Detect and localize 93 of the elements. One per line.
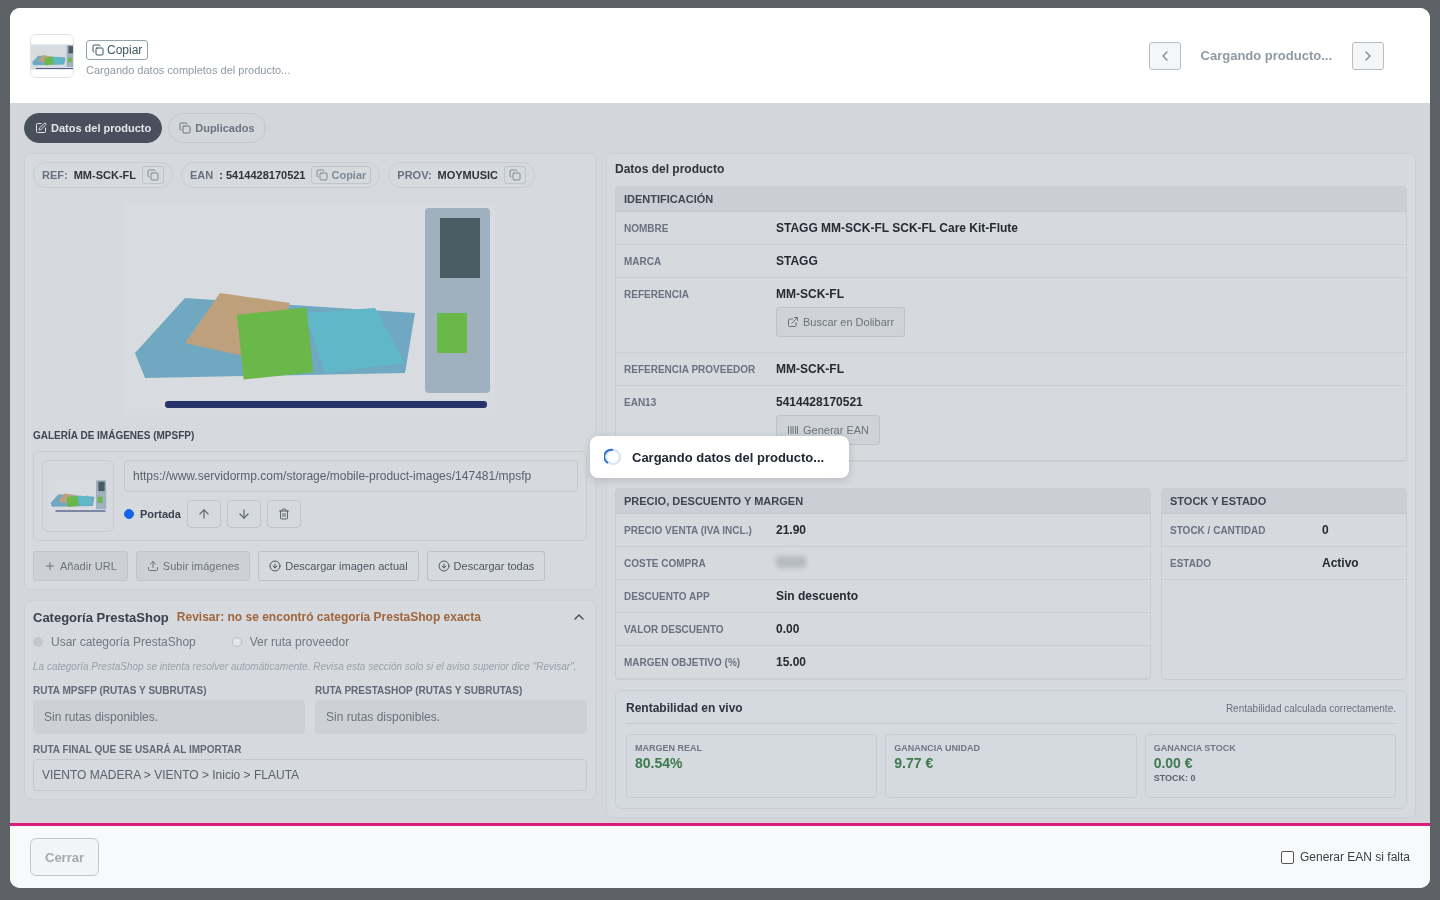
copy-button[interactable] bbox=[504, 166, 527, 184]
external-link-icon bbox=[787, 316, 799, 328]
row-value: 0 bbox=[1322, 523, 1330, 537]
row-label: VALOR DESCUENTO bbox=[624, 623, 725, 636]
option-label: Ver ruta proveedor bbox=[249, 635, 350, 649]
previous-button[interactable] bbox=[1148, 41, 1181, 70]
final-route-field[interactable]: VIENTO MADERA > VIENTO > Inicio > FLAUTA bbox=[33, 759, 587, 791]
product-thumbnail bbox=[30, 33, 74, 78]
gallery-action-button[interactable]: Descargar imagen actual bbox=[258, 551, 419, 581]
upload-icon bbox=[146, 560, 159, 572]
row-label: MARGEN OBJETIVO (%) bbox=[624, 656, 742, 669]
arrow-down-icon bbox=[236, 507, 251, 521]
table-header: IDENTIFICACIÓN bbox=[616, 187, 1406, 212]
row-label: ESTADO bbox=[1170, 557, 1212, 570]
row-label: REFERENCIA bbox=[624, 288, 690, 302]
chip-label: PROV: bbox=[397, 169, 432, 181]
row-value: 5414428170521 bbox=[776, 395, 863, 409]
edit-icon bbox=[35, 122, 47, 134]
category-warning: Revisar: no se encontró categoría PrestaShop exacta bbox=[176, 610, 481, 624]
tab[interactable]: Datos del producto bbox=[24, 113, 163, 143]
row-action-button[interactable]: Buscar en Dolibarr bbox=[776, 307, 906, 337]
cover-label: Portada bbox=[140, 508, 181, 520]
row-label: MARCA bbox=[624, 255, 663, 268]
row-label: EAN13 bbox=[624, 396, 658, 410]
download-icon bbox=[437, 560, 450, 572]
field-label: RUTA MPSFP (RUTAS Y SUBRUTAS) bbox=[33, 685, 208, 696]
table-header: STOCK Y ESTADO bbox=[1162, 489, 1406, 514]
row-value: MM-SCK-FL bbox=[776, 362, 844, 376]
copy-icon bbox=[316, 169, 329, 181]
field-label: RUTA FINAL QUE SE USARÁ AL IMPORTAR bbox=[33, 744, 243, 755]
chip-label: EAN bbox=[190, 169, 214, 181]
url-field[interactable]: https://www.servidormp.com/storage/mobile-product-images/147481/mpsfp bbox=[124, 460, 578, 492]
metric-value: 80.54% bbox=[635, 755, 684, 771]
row-value: 0.00 bbox=[776, 622, 801, 636]
barcode-icon bbox=[787, 424, 799, 436]
loading-subtitle: Cargando datos completos del producto... bbox=[86, 63, 291, 76]
gallery-action-button[interactable]: Descargar todas bbox=[426, 551, 546, 581]
nav-label: Cargando producto... bbox=[1200, 48, 1332, 63]
metric-value: 9.77 € bbox=[894, 755, 935, 771]
cover-radio[interactable] bbox=[124, 509, 134, 519]
blurred-value bbox=[776, 556, 806, 568]
checkbox-label: Generar EAN si falta bbox=[1299, 850, 1410, 864]
category-title: Categoría PrestaShop bbox=[33, 609, 169, 625]
plus-icon bbox=[44, 560, 56, 572]
next-button[interactable] bbox=[1352, 41, 1384, 70]
row-value: MM-SCK-FL bbox=[776, 287, 844, 301]
copy-icon bbox=[147, 169, 159, 181]
metric-label: GANANCIA STOCK bbox=[1153, 743, 1237, 753]
row-label: PRECIO VENTA (IVA INCL.) bbox=[624, 524, 753, 537]
row-value: 15.00 bbox=[776, 655, 808, 669]
move-up-button[interactable] bbox=[186, 500, 221, 528]
copy-button[interactable]: Copiar bbox=[86, 39, 149, 60]
download-icon bbox=[269, 560, 282, 572]
move-down-button[interactable] bbox=[226, 500, 261, 528]
row-label: REFERENCIA PROVEEDOR bbox=[624, 363, 757, 376]
route-field[interactable]: Sin rutas disponibles. bbox=[315, 700, 587, 734]
profit-status: Rentabilidad calculada correctamente. bbox=[1225, 702, 1396, 714]
row-value: STAGG MM-SCK-FL SCK-FL Care Kit-Flute bbox=[776, 221, 1018, 235]
metric-label: MARGEN REAL bbox=[635, 743, 703, 753]
chip-label: REF: bbox=[42, 169, 68, 181]
loading-text: Cargando datos del producto... bbox=[632, 449, 825, 465]
option-radio[interactable] bbox=[231, 637, 242, 647]
table-header: PRECIO, DESCUENTO Y MARGEN bbox=[616, 489, 1150, 514]
row-label: DESCUENTO APP bbox=[624, 590, 711, 603]
metric-value: 0.00 € bbox=[1153, 755, 1194, 771]
copy-icon bbox=[509, 169, 522, 181]
row-label: NOMBRE bbox=[624, 222, 670, 235]
field-label: RUTA PRESTASHOP (RUTAS Y SUBRUTAS) bbox=[315, 685, 524, 696]
copy-icon bbox=[92, 43, 104, 56]
section-title: GALERÍA DE IMÁGENES (MPSFP) bbox=[33, 430, 196, 441]
panel-title: Datos del producto bbox=[615, 162, 726, 176]
row-value: STAGG bbox=[776, 254, 818, 268]
spinner-icon bbox=[604, 448, 622, 466]
chip-value: MM-SCK-FL bbox=[73, 169, 136, 181]
row-value: Sin descuento bbox=[776, 589, 859, 603]
close-button[interactable]: Cerrar bbox=[30, 838, 100, 876]
copy-button[interactable] bbox=[142, 166, 164, 184]
delete-button[interactable] bbox=[266, 500, 301, 528]
metric-label: GANANCIA UNIDAD bbox=[894, 743, 981, 753]
route-field[interactable]: Sin rutas disponibles. bbox=[33, 700, 305, 734]
chip-value: MOYMUSIC bbox=[437, 169, 499, 181]
copy-icon bbox=[179, 122, 192, 134]
metric-subtext: STOCK: 0 bbox=[1153, 773, 1197, 783]
copy-button[interactable]: Copiar bbox=[311, 166, 372, 184]
panel-title: Rentabilidad en vivo bbox=[626, 701, 743, 715]
row-label: COSTE COMPRA bbox=[624, 557, 707, 570]
checkbox[interactable] bbox=[1280, 850, 1294, 864]
option-label: Usar categoría PrestaShop bbox=[51, 635, 196, 649]
chip-value: : 5414428170521 bbox=[219, 169, 306, 181]
row-value: 21.90 bbox=[776, 523, 808, 537]
row-label: STOCK / CANTIDAD bbox=[1170, 524, 1267, 537]
row-value: Activo bbox=[1322, 556, 1360, 570]
trash-icon bbox=[277, 508, 290, 520]
